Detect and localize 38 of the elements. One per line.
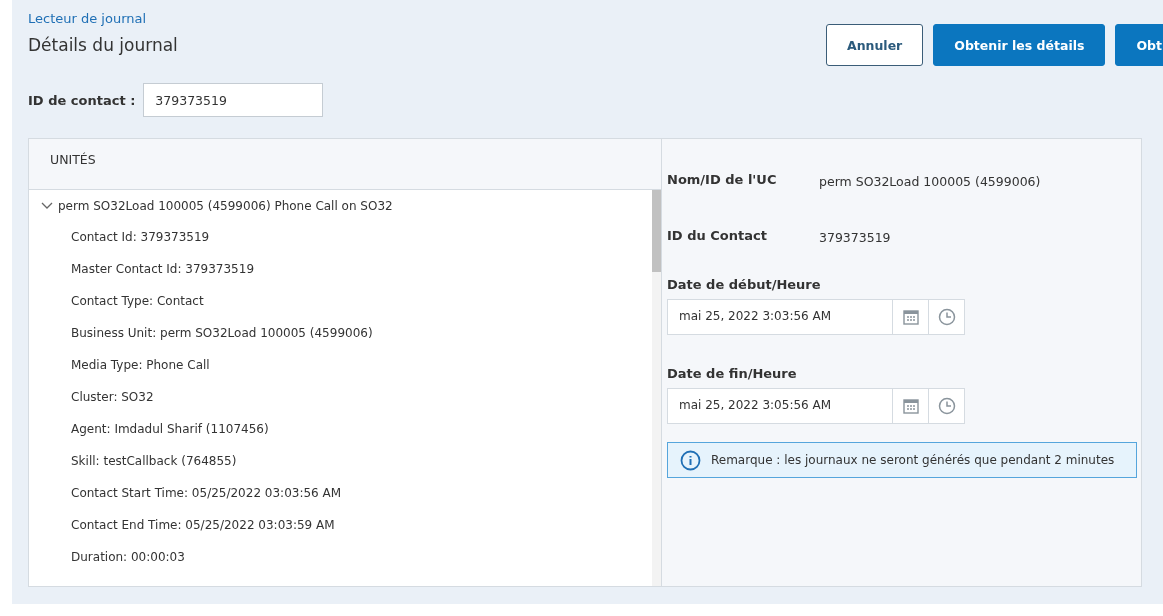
calendar-icon	[902, 398, 919, 414]
tree-item: Business Unit: perm SO32Load 100005 (4599006)	[71, 326, 374, 342]
tree-node[interactable]: perm SO32Load 100005 (4599006) Phone Call on SO32	[58, 199, 393, 213]
date-time-field[interactable]: mai 25, 2022 3:05:56 AM	[667, 388, 965, 424]
field-label: ID de contact :	[28, 92, 136, 108]
page-title: Détails du journal	[28, 35, 178, 55]
scrollbar[interactable]	[652, 190, 661, 586]
clock-icon	[937, 397, 956, 415]
date-value: mai 25, 2022 3:05:56 AM	[678, 397, 833, 414]
note-text: Remarque : les journaux ne seront générés que pendant 2 minutes	[711, 453, 1115, 467]
detail-label: Nom/ID de l'UC	[667, 172, 778, 188]
primary-button[interactable]: Obt	[1115, 24, 1163, 66]
info-icon	[680, 449, 701, 471]
tree-item: Contact End Time: 05/25/2022 03:03:59 AM	[71, 518, 336, 534]
tree-item: Contact Type: Contact	[71, 294, 205, 310]
tree-item: Skill: testCallback (764855)	[71, 454, 238, 470]
clock-icon	[937, 308, 956, 326]
tree-item: Contact Id: 379373519	[71, 230, 211, 246]
tree-item: Duration: 00:00:03	[71, 550, 186, 566]
primary-button[interactable]: Obtenir les détails	[933, 24, 1106, 66]
calendar-icon	[902, 309, 919, 325]
detail-value: 379373519	[819, 230, 891, 244]
detail-value: perm SO32Load 100005 (4599006)	[819, 174, 1041, 188]
date-value: mai 25, 2022 3:03:56 AM	[678, 308, 833, 325]
breadcrumb-link[interactable]: Lecteur de journal	[28, 11, 147, 26]
detail-label: ID du Contact	[667, 228, 768, 244]
date-time-field[interactable]: mai 25, 2022 3:03:56 AM	[667, 299, 965, 335]
tree-item: Media Type: Phone Call	[71, 358, 211, 374]
tree-item: Cluster: SO32	[71, 390, 155, 406]
contact-id-input[interactable]: 379373519	[143, 83, 324, 117]
tree-item: Contact Start Time: 05/25/2022 03:03:56 AM	[71, 486, 343, 502]
cancel-button[interactable]: Annuler	[826, 24, 924, 66]
tree-item: Master Contact Id: 379373519	[71, 262, 256, 278]
tree-item: Agent: Imdadul Sharif (1107456)	[71, 422, 270, 438]
date-label: Date de début/Heure	[667, 277, 822, 292]
date-label: Date de fin/Heure	[667, 366, 798, 381]
units-header: UNITÉS	[29, 139, 661, 190]
chevron-icon[interactable]	[41, 202, 53, 210]
